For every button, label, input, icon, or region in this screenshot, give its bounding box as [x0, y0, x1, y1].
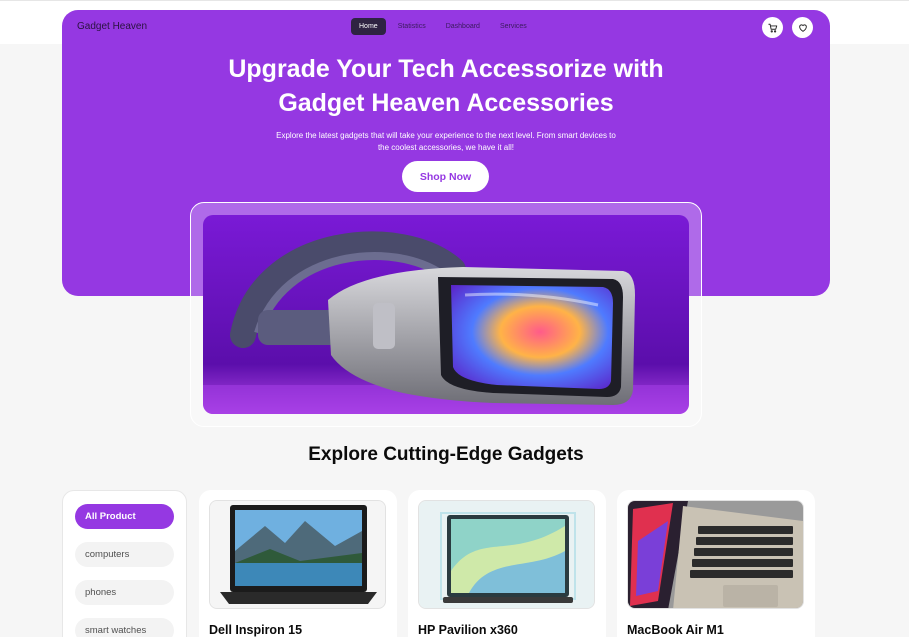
- section-title: Explore Cutting-Edge Gadgets: [308, 444, 584, 465]
- hero-title-line-1: Upgrade Your Tech Accessorize with: [228, 55, 664, 83]
- product-name: Dell Inspiron 15: [209, 623, 303, 637]
- product-card-dell[interactable]: Dell Inspiron 15: [199, 490, 397, 637]
- hero-title-line-2: Gadget Heaven Accessories: [278, 89, 614, 117]
- product-image: [418, 500, 595, 609]
- hero-subtitle-line-1: Explore the latest gadgets that will tak…: [276, 131, 616, 140]
- hero-title: Upgrade Your Tech Accessorize with Gadge…: [62, 52, 830, 120]
- category-sidebar: All Product computers phones smart watch…: [62, 490, 187, 637]
- product-image: [209, 500, 386, 609]
- nav-menu: Home Statistics Dashboard Services: [351, 18, 535, 35]
- nav-services[interactable]: Services: [492, 18, 535, 35]
- product-card-macbook[interactable]: MacBook Air M1: [617, 490, 815, 637]
- heart-icon[interactable]: [792, 17, 813, 38]
- category-computers[interactable]: computers: [75, 542, 174, 567]
- category-smart-watches[interactable]: smart watches: [75, 618, 174, 637]
- cart-icon[interactable]: [762, 17, 783, 38]
- shop-now-button[interactable]: Shop Now: [402, 161, 489, 192]
- nav-statistics[interactable]: Statistics: [390, 18, 434, 35]
- product-image: [627, 500, 804, 609]
- product-name: MacBook Air M1: [627, 623, 724, 637]
- nav-dashboard[interactable]: Dashboard: [438, 18, 488, 35]
- navbar: Gadget Heaven Home Statistics Dashboard …: [62, 10, 830, 44]
- category-all-product[interactable]: All Product: [75, 504, 174, 529]
- category-phones[interactable]: phones: [75, 580, 174, 605]
- hero-subtitle-line-2: the coolest accessories, we have it all!: [377, 143, 515, 152]
- brand-logo[interactable]: Gadget Heaven: [77, 21, 147, 32]
- nav-home[interactable]: Home: [351, 18, 386, 35]
- product-name: HP Pavilion x360: [418, 623, 518, 637]
- product-card-hp[interactable]: HP Pavilion x360: [408, 490, 606, 637]
- hero-subtitle: Explore the latest gadgets that will tak…: [246, 130, 646, 154]
- vr-headset-banner-image: [203, 215, 689, 414]
